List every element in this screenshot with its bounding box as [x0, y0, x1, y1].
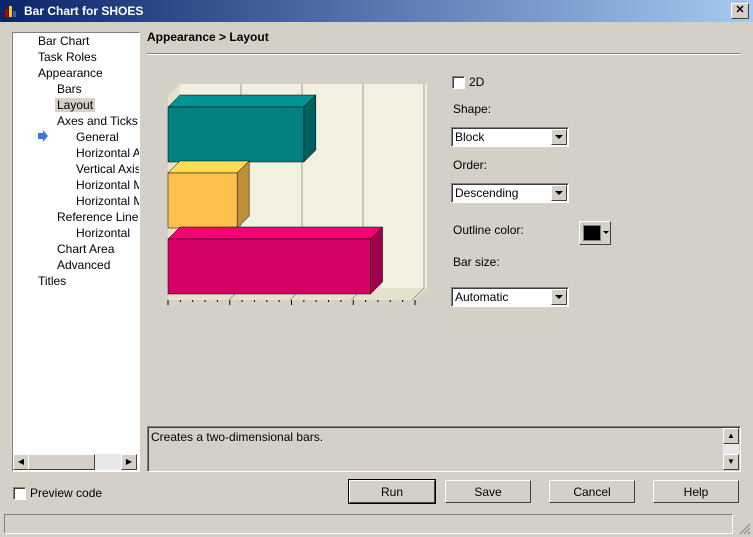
bar-chart-app-icon [5, 6, 16, 17]
chevron-down-icon[interactable] [551, 289, 567, 305]
tree-item-bars[interactable]: Bars [57, 81, 82, 97]
cancel-button[interactable]: Cancel [549, 480, 635, 503]
chart-ticks [167, 300, 416, 305]
bar-top-face [167, 160, 250, 174]
outline-color-label: Outline color: [453, 223, 524, 237]
tree-item-advanced[interactable]: Advanced [57, 257, 110, 273]
outline-color-button[interactable] [579, 221, 611, 245]
dropdown-arrow-icon [603, 231, 609, 234]
navigation-tree[interactable]: Bar Chart Task Roles Appearance Bars Lay… [12, 32, 140, 472]
scroll-down-button[interactable]: ▼ [723, 454, 739, 470]
tree-item-task-roles[interactable]: Task Roles [38, 49, 97, 65]
bar [167, 172, 238, 229]
chevron-down-icon[interactable] [551, 129, 567, 145]
tree-item-general[interactable]: General [76, 129, 119, 145]
run-button[interactable]: Run [348, 479, 436, 504]
scroll-left-button[interactable]: ◀ [13, 454, 29, 470]
description-scrollbar[interactable]: ▲ ▼ [723, 428, 739, 470]
tree-item-appearance[interactable]: Appearance [38, 65, 103, 81]
description-box: Creates a two-dimensional bars. ▲ ▼ [147, 426, 741, 472]
tree-item-vertical-axis[interactable]: Vertical Axis [76, 161, 139, 177]
tree-item-reference-lines[interactable]: Reference Lines [57, 209, 139, 225]
tree-item-layout-label: Layout [55, 98, 96, 112]
bar-size-select[interactable]: Automatic [451, 287, 569, 307]
order-select[interactable]: Descending [451, 183, 569, 203]
description-text: Creates a two-dimensional bars. [151, 430, 324, 444]
bar-top-face [167, 226, 384, 240]
bar-size-value: Automatic [455, 290, 509, 304]
header-divider [147, 53, 740, 55]
tree-item-horizontal[interactable]: Horizontal [76, 225, 130, 241]
window-title: Bar Chart for SHOES [24, 4, 144, 18]
save-button[interactable]: Save [445, 480, 531, 503]
bar-chart-preview [167, 84, 427, 305]
tree-horizontal-scrollbar[interactable]: ◀ ▶ [13, 454, 137, 470]
tree-item-horizontal-major[interactable]: Horizontal Major [76, 177, 139, 193]
bar-side-face [303, 94, 317, 163]
color-swatch [583, 225, 601, 241]
tree-item-chart-area[interactable]: Chart Area [57, 241, 114, 257]
shape-label: Shape: [453, 102, 492, 116]
scroll-right-button[interactable]: ▶ [121, 454, 137, 470]
2d-checkbox[interactable] [452, 76, 465, 89]
preview-code-checkbox[interactable] [13, 487, 26, 500]
bar-size-label: Bar size: [453, 255, 500, 269]
tree-item-titles[interactable]: Titles [38, 273, 66, 289]
resize-grip-icon[interactable] [739, 523, 751, 535]
bar-top-face [167, 94, 317, 108]
selected-arrow-icon [38, 130, 48, 142]
order-value: Descending [455, 186, 519, 200]
bar [167, 238, 371, 295]
title-bar: Bar Chart for SHOES ✕ [0, 0, 753, 22]
shape-select[interactable]: Block [451, 127, 569, 147]
status-bar [4, 514, 733, 534]
tree-item-bar-chart[interactable]: Bar Chart [38, 33, 89, 49]
page-title: Appearance > Layout [147, 30, 269, 44]
bar [167, 106, 305, 163]
2d-checkbox-label: 2D [469, 75, 485, 89]
help-button[interactable]: Help [653, 480, 739, 503]
tree-item-horizontal-axis[interactable]: Horizontal Axis [76, 145, 139, 161]
close-button[interactable]: ✕ [731, 3, 749, 19]
tree-item-layout[interactable]: Layout [55, 97, 96, 113]
tree-item-horizontal-minor[interactable]: Horizontal Minor [76, 193, 139, 209]
preview-code-label: Preview code [30, 486, 103, 500]
tree-item-axes-and-ticks[interactable]: Axes and Ticks [57, 113, 138, 129]
bar-side-face [370, 226, 383, 295]
bar-side-face [236, 160, 250, 229]
chevron-down-icon[interactable] [551, 185, 567, 201]
scroll-up-button[interactable]: ▲ [723, 428, 739, 444]
order-label: Order: [453, 158, 488, 172]
scroll-thumb[interactable] [28, 454, 95, 470]
shape-value: Block [455, 130, 485, 144]
